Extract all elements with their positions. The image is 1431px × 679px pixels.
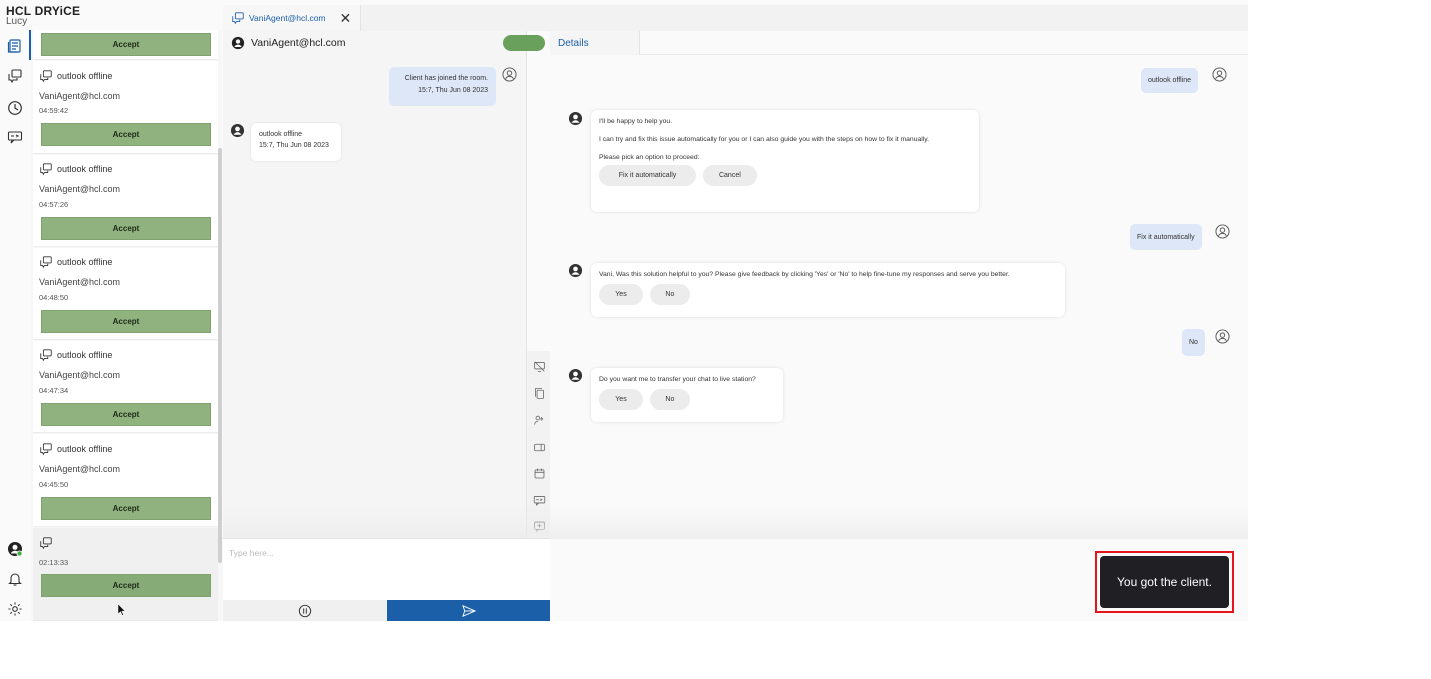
user-message: No	[1182, 329, 1205, 356]
accept-button[interactable]: Accept	[41, 123, 211, 146]
chat-bubbles-icon	[40, 70, 52, 83]
left-nav-rail	[0, 30, 30, 621]
bot-avatar-icon	[568, 368, 583, 388]
bell-icon[interactable]	[6, 570, 24, 588]
chat-bubbles-icon	[40, 256, 52, 269]
queue-topic: outlook offline	[57, 350, 113, 360]
list-item[interactable]: outlook offline VaniAgent@hcl.com 04:47:…	[33, 341, 218, 433]
calendar-icon[interactable]	[532, 466, 546, 480]
client-avatar-icon	[230, 123, 245, 143]
yes-button[interactable]: Yes	[599, 389, 643, 410]
queue-email: VaniAgent@hcl.com	[39, 277, 121, 287]
tab-divider	[640, 54, 1248, 55]
chat-tab-bar: VaniAgent@hcl.com ✕	[223, 5, 1248, 31]
queue-time: 04:48:50	[39, 293, 69, 302]
chat-panel: VaniAgent@hcl.com Client has joined the …	[223, 31, 545, 621]
cancel-button[interactable]: Cancel	[702, 165, 757, 186]
user-outline-icon	[1212, 67, 1227, 87]
no-button[interactable]: No	[649, 389, 690, 410]
app-window: HCL DRYiCE Lucy Accept outlook offline V…	[0, 0, 1248, 621]
queue-time: 04:57:26	[39, 200, 69, 209]
details-panel: Details outlook offline I'll be happy to…	[550, 31, 1248, 621]
gear-icon[interactable]	[6, 600, 24, 618]
queue-topic: outlook offline	[57, 71, 113, 81]
chat-header-email: VaniAgent@hcl.com	[251, 37, 346, 49]
list-item[interactable]: outlook offline VaniAgent@hcl.com 04:48:…	[33, 248, 218, 340]
tab-label: VaniAgent@hcl.com	[249, 13, 326, 23]
user-outline-icon	[1215, 329, 1230, 349]
queue-email: VaniAgent@hcl.com	[39, 370, 121, 380]
tab-chat-session[interactable]: VaniAgent@hcl.com ✕	[223, 5, 361, 31]
user-message: Fix it automatically	[1130, 224, 1202, 250]
close-icon[interactable]: ✕	[340, 10, 352, 27]
accept-button[interactable]: Accept	[41, 403, 211, 426]
system-message: Client has joined the room. 15:7, Thu Ju…	[389, 67, 496, 106]
message-input[interactable]	[229, 545, 529, 561]
toast-notification[interactable]: You got the client.	[1100, 556, 1229, 608]
send-icon	[461, 604, 476, 617]
document-list-icon[interactable]	[6, 37, 24, 55]
list-item[interactable]: outlook offline VaniAgent@hcl.com 04:59:…	[33, 61, 218, 154]
mouse-cursor-icon	[118, 604, 126, 616]
chat-bubbles-icon	[232, 12, 244, 25]
queue-topic: outlook offline	[57, 164, 113, 174]
bot-message: Vani, Was this solution helpful to you? …	[591, 263, 1065, 317]
fix-automatically-button[interactable]: Fix it automatically	[599, 165, 696, 186]
chat-bubbles-icon	[40, 163, 52, 176]
queue-time: 02:13:33	[39, 558, 69, 567]
queue-email: VaniAgent@hcl.com	[39, 464, 121, 474]
copy-icon[interactable]	[532, 386, 546, 400]
yes-button[interactable]: Yes	[599, 284, 643, 305]
screen-share-off-icon[interactable]	[532, 359, 546, 373]
accept-button[interactable]: Accept	[41, 574, 211, 597]
accept-button[interactable]: Accept	[41, 33, 211, 56]
message-composer	[223, 538, 550, 600]
chat-bubbles-icon	[40, 443, 52, 456]
queue-time: 04:45:50	[39, 480, 69, 489]
pause-icon[interactable]	[298, 604, 312, 618]
chat-transfer-icon[interactable]	[6, 128, 24, 146]
clock-icon[interactable]	[6, 99, 24, 117]
status-toggle[interactable]	[503, 35, 545, 51]
chat-bubbles-icon[interactable]	[6, 67, 24, 85]
tab-details[interactable]: Details	[550, 31, 640, 55]
user-message: outlook offline	[1141, 68, 1199, 93]
bot-avatar-icon	[568, 263, 583, 283]
add-message-icon[interactable]	[532, 519, 546, 533]
chat-bubbles-icon	[40, 349, 52, 362]
chat-queue-list[interactable]: Accept outlook offline VaniAgent@hcl.com…	[31, 30, 222, 621]
list-item[interactable]: outlook offline VaniAgent@hcl.com 04:45:…	[33, 434, 218, 527]
brand: HCL DRYiCE Lucy	[6, 4, 80, 27]
accept-button[interactable]: Accept	[41, 497, 211, 520]
chat-bubbles-icon	[40, 537, 52, 550]
accept-button[interactable]: Accept	[41, 310, 211, 333]
ticket-icon[interactable]	[532, 440, 546, 454]
list-item: Accept	[33, 30, 218, 60]
bot-avatar-icon	[568, 111, 583, 131]
chat-header: VaniAgent@hcl.com	[223, 31, 550, 55]
queue-email: VaniAgent@hcl.com	[39, 91, 121, 101]
user-avatar-icon	[231, 36, 245, 50]
no-button[interactable]: No	[649, 284, 690, 305]
queue-scrollbar[interactable]	[218, 148, 222, 563]
send-button[interactable]	[387, 600, 550, 621]
transfer-user-icon[interactable]	[532, 413, 546, 427]
queue-time: 04:47:34	[39, 386, 69, 395]
bot-message: Do you want me to transfer your chat to …	[591, 368, 783, 422]
composer-actions	[223, 600, 550, 621]
queue-email: VaniAgent@hcl.com	[39, 184, 121, 194]
queue-topic: outlook offline	[57, 444, 113, 454]
user-outline-icon	[1215, 224, 1230, 244]
toast-highlight: You got the client.	[1095, 551, 1234, 613]
canned-response-icon[interactable]	[532, 493, 546, 507]
agent-avatar-icon[interactable]	[6, 540, 24, 558]
list-item[interactable]: outlook offline VaniAgent@hcl.com 04:57:…	[33, 155, 218, 247]
chat-tools-strip	[527, 351, 551, 541]
queue-time: 04:59:42	[39, 106, 69, 115]
queue-topic: outlook offline	[57, 257, 113, 267]
bot-message: I'll be happy to help you. I can try and…	[591, 110, 979, 212]
accept-button[interactable]: Accept	[41, 217, 211, 240]
user-outline-icon	[502, 67, 517, 87]
client-message: outlook offline 15:7, Thu Jun 08 2023	[251, 123, 341, 161]
